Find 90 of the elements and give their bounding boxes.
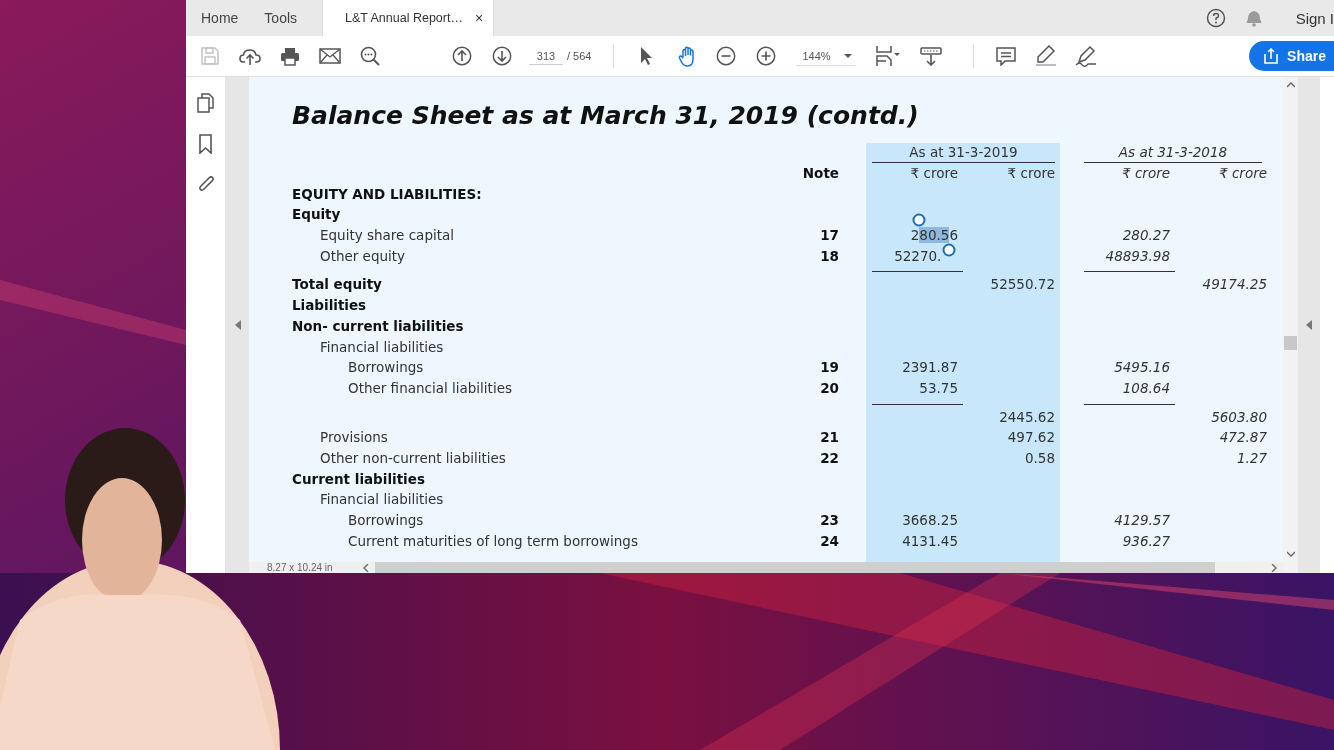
expand-left-icon[interactable] bbox=[1306, 320, 1312, 330]
amount: 5603.80 bbox=[1211, 408, 1267, 425]
selection-handle-icon[interactable] bbox=[942, 243, 957, 258]
page-total: / 564 bbox=[567, 50, 592, 62]
row-label: Current maturities of long term borrowings bbox=[348, 532, 638, 549]
amount: 5495.16 bbox=[1114, 359, 1170, 376]
row-label: Total equity bbox=[292, 276, 382, 293]
unit-label: ₹ crore bbox=[910, 165, 958, 181]
amount: 0.58 bbox=[1024, 449, 1055, 466]
row-label: EQUITY AND LIABILITIES: bbox=[292, 185, 482, 202]
search-icon[interactable] bbox=[360, 46, 380, 66]
amount: 472.87 bbox=[1219, 429, 1267, 446]
document-tab[interactable]: L&T Annual Report… × bbox=[322, 0, 495, 36]
share-icon bbox=[1263, 48, 1280, 64]
row-label: Provisions bbox=[320, 429, 388, 446]
amount: 53.75 bbox=[919, 379, 958, 396]
note-number: 17 bbox=[820, 227, 839, 244]
note-number: 21 bbox=[820, 429, 839, 446]
close-button[interactable]: × bbox=[474, 10, 484, 26]
row-label: Financial liabilities bbox=[320, 338, 444, 355]
amount: 280.56 bbox=[910, 227, 958, 244]
note-number: 22 bbox=[820, 449, 839, 466]
note-number: 23 bbox=[820, 512, 839, 528]
help-icon[interactable] bbox=[1205, 8, 1226, 28]
zoom-out-icon[interactable] bbox=[716, 46, 737, 66]
unit-label: ₹ crore bbox=[1007, 165, 1055, 181]
scroll-left-icon[interactable] bbox=[363, 563, 369, 572]
period-heading: As at 31-3-2019 bbox=[872, 143, 1055, 163]
amount: 52550.72 bbox=[990, 276, 1055, 293]
amount: 2445.62 bbox=[999, 408, 1055, 425]
scrollbar-thumb[interactable] bbox=[1284, 336, 1297, 350]
amount: 49174.25 bbox=[1202, 276, 1267, 293]
row-label: Equity bbox=[292, 206, 341, 223]
amount: 2391.87 bbox=[902, 359, 958, 376]
row-label: Other non-current liabilities bbox=[320, 449, 506, 466]
period-heading: As at 31-3-2018 bbox=[1084, 143, 1262, 163]
row-label: Other equity bbox=[320, 247, 406, 264]
amount: 4129.57 bbox=[1114, 512, 1170, 528]
scroll-up-icon[interactable] bbox=[1286, 82, 1295, 88]
amount: 1.27 bbox=[1236, 449, 1267, 466]
amount: 108.64 bbox=[1122, 379, 1170, 396]
zoom-in-icon[interactable] bbox=[756, 46, 777, 66]
unit-label: ₹ crore bbox=[1219, 165, 1267, 181]
signature-pen-icon[interactable] bbox=[1073, 45, 1098, 67]
tab[interactable]: Tools bbox=[251, 0, 311, 36]
scroll-right-icon[interactable] bbox=[1271, 563, 1277, 572]
note-number: 24 bbox=[820, 532, 839, 549]
row-label: Financial liabilities bbox=[320, 491, 444, 508]
tab-title[interactable]: L&T Annual Report… bbox=[345, 11, 463, 25]
column-heading: Note bbox=[802, 165, 839, 181]
amount: 280.27 bbox=[1122, 227, 1170, 244]
highlighter-icon[interactable] bbox=[1034, 45, 1057, 67]
amount: 48893.98 bbox=[1105, 247, 1170, 264]
print-icon[interactable] bbox=[280, 46, 300, 66]
row-label: Current liabilities bbox=[292, 470, 425, 487]
bookmark-icon[interactable] bbox=[198, 134, 213, 154]
selection-handle-icon[interactable] bbox=[912, 213, 927, 228]
scroll-down-icon[interactable] bbox=[1286, 551, 1295, 557]
unit-label: ₹ crore bbox=[1122, 165, 1170, 181]
row-label: Other financial liabilities bbox=[348, 379, 512, 396]
note-number: 18 bbox=[820, 247, 839, 264]
row-label: Equity share capital bbox=[320, 227, 455, 244]
share-button[interactable]: Share bbox=[1249, 41, 1334, 71]
note-number: 19 bbox=[820, 359, 839, 376]
hand-icon[interactable] bbox=[677, 45, 695, 67]
scrollbar-thumb[interactable] bbox=[375, 562, 1215, 573]
caret-icon bbox=[843, 53, 852, 58]
row-label: Borrowings bbox=[348, 512, 424, 528]
collapse-left-icon[interactable] bbox=[234, 320, 241, 330]
comment-icon[interactable] bbox=[995, 46, 1016, 66]
amount: 4131.45 bbox=[902, 532, 958, 549]
note-number: 20 bbox=[820, 379, 839, 396]
row-label: Liabilities bbox=[292, 297, 367, 314]
document-title: Balance Sheet as at March 31, 2019 (contd.) bbox=[292, 101, 920, 132]
tab[interactable]: Home bbox=[186, 0, 252, 36]
page-fit-icon[interactable] bbox=[875, 45, 902, 67]
row-label: Non- current liabilities bbox=[292, 317, 464, 334]
copy-pages-icon[interactable] bbox=[197, 93, 214, 113]
page-size-label: 8.27 x 10.24 in bbox=[267, 562, 334, 573]
zoom-dropdown[interactable]: 144% bbox=[796, 46, 856, 66]
paperclip-icon[interactable] bbox=[196, 175, 215, 193]
cloud-upload-icon[interactable] bbox=[239, 46, 261, 66]
sign-in-link[interactable]: Sign I bbox=[1295, 9, 1334, 27]
amount: 3668.25 bbox=[902, 512, 958, 528]
mail-icon[interactable] bbox=[319, 47, 341, 65]
row-label: Borrowings bbox=[348, 359, 424, 376]
amount: 936.27 bbox=[1122, 532, 1170, 549]
amount: 52270. bbox=[894, 247, 942, 264]
amount: 497.62 bbox=[1007, 429, 1055, 446]
tray-down-icon[interactable] bbox=[919, 46, 942, 66]
